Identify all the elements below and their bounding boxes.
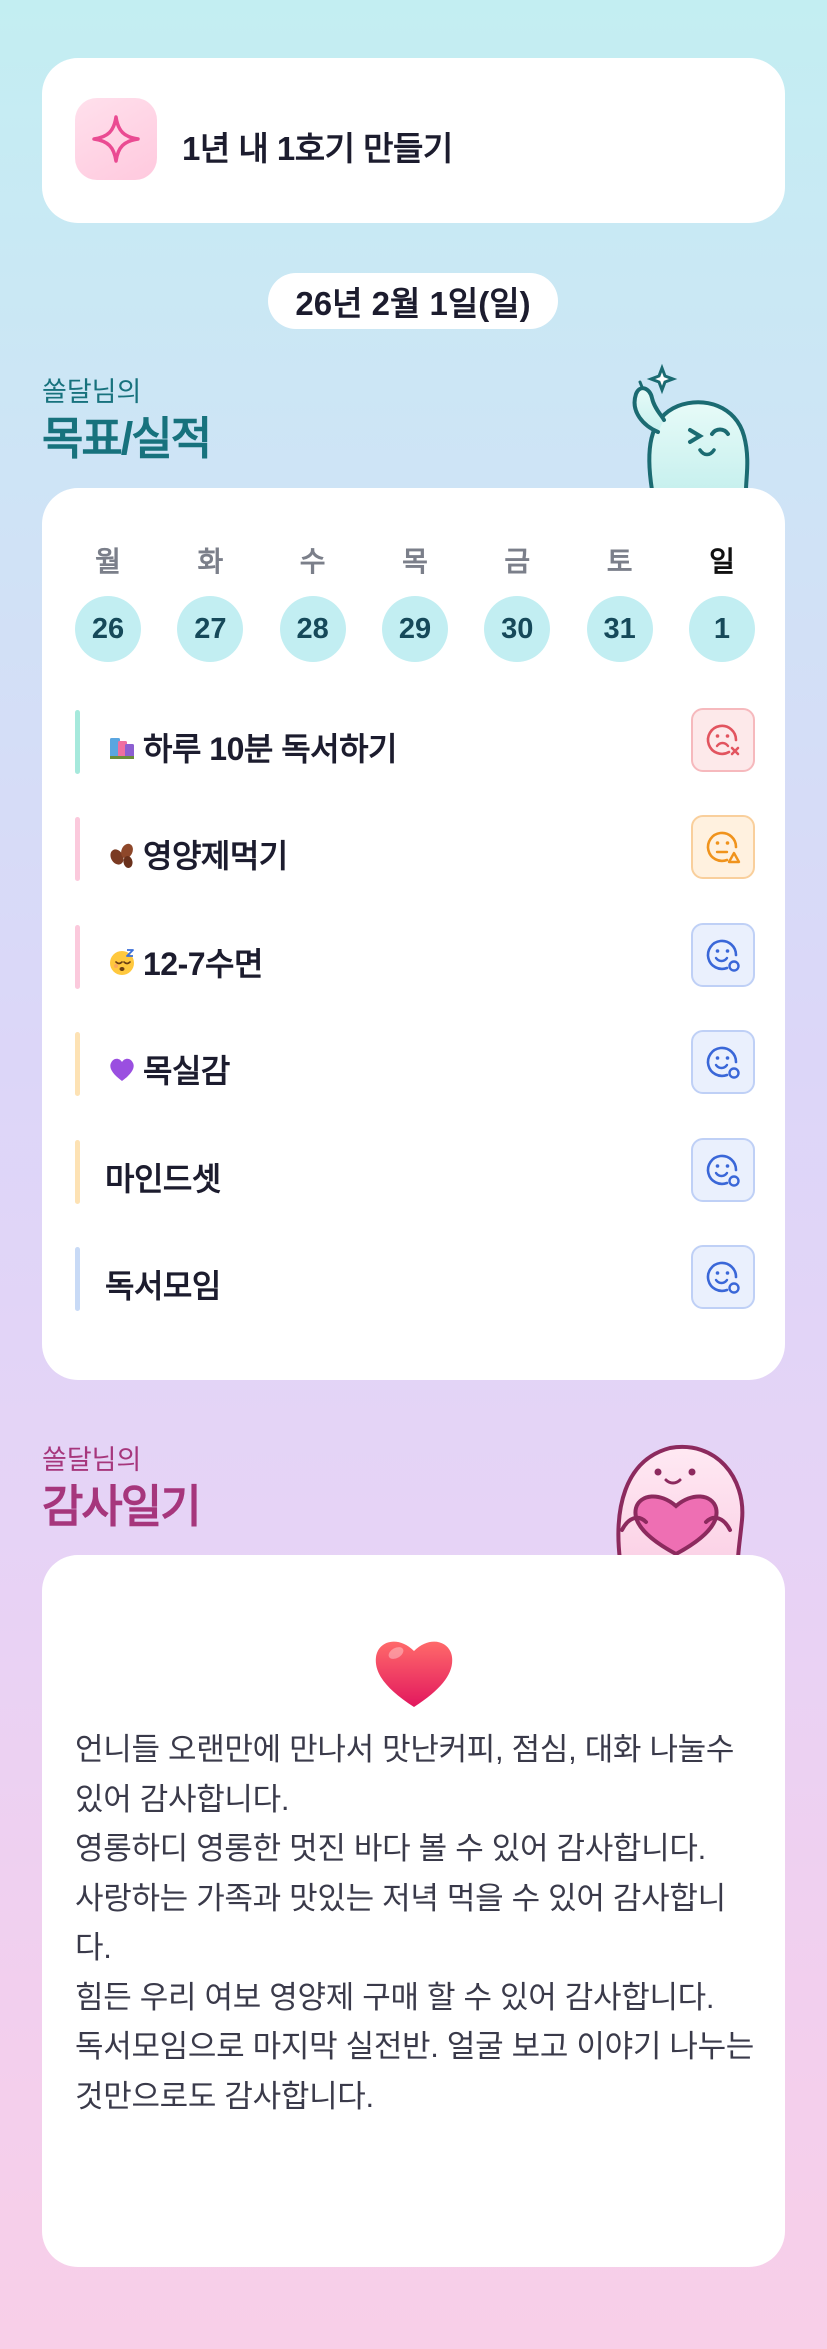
status-fail-button[interactable] <box>691 708 755 772</box>
day-column[interactable]: 토 31 <box>586 540 653 662</box>
habit-row[interactable]: 하루 10분 독서하기 <box>75 708 755 776</box>
day-column[interactable]: 목 29 <box>381 540 448 662</box>
beans-emoji-icon <box>110 843 133 868</box>
goal-card[interactable]: 1년 내 1호기 만들기 <box>42 58 785 223</box>
day-name: 화 <box>197 546 224 577</box>
habit-label: 영양제먹기 <box>143 838 288 874</box>
books-emoji-icon <box>110 738 134 759</box>
red-heart-icon <box>372 1633 456 1714</box>
week-row: 월 26 화 27 수 28 목 29 금 30 토 31 일1 <box>75 540 755 662</box>
tracker-section-title: 목표/실적 <box>42 413 212 464</box>
smile-face-check-icon <box>706 1046 740 1079</box>
sparkle-icon <box>75 98 157 180</box>
habit-label-group: 영양제먹기 <box>107 831 288 877</box>
habit-row[interactable]: 마인드셋 <box>75 1138 755 1206</box>
status-success-button[interactable] <box>691 923 755 987</box>
goal-text: 1년 내 1호기 만들기 <box>182 130 453 167</box>
heart-holding-ghost-mascot <box>596 1430 756 1565</box>
habit-label-group: 마인드셋 <box>105 1154 221 1200</box>
day-column[interactable]: 금 30 <box>484 540 551 662</box>
gratitude-diary-card[interactable]: 언니들 오랜만에 만나서 맛난커피, 점심, 대화 나눌수 있어 감사합니다. … <box>42 1555 785 2267</box>
day-number[interactable]: 28 <box>279 596 346 662</box>
day-column[interactable]: 화 27 <box>177 540 244 662</box>
habit-label-group: 하루 10분 독서하기 <box>107 724 397 770</box>
day-number[interactable]: 26 <box>75 596 141 662</box>
day-number[interactable]: 31 <box>586 596 653 662</box>
day-column-today[interactable]: 일1 <box>688 540 755 662</box>
habit-label: 마인드셋 <box>105 1161 221 1197</box>
sleeping-face-emoji-icon <box>110 949 134 975</box>
day-column[interactable]: 수 28 <box>279 540 346 662</box>
habit-color-bar <box>75 1247 80 1311</box>
smile-face-check-icon <box>706 1261 740 1294</box>
habit-tracker-card: 월 26 화 27 수 28 목 29 금 30 토 31 일1 하루 10분 독서하기 <box>42 488 785 1380</box>
gratitude-section-title: 감사일기 <box>42 1481 202 1532</box>
waving-ghost-mascot <box>600 362 760 497</box>
habit-label: 목실감 <box>143 1053 230 1089</box>
purple-heart-emoji-icon <box>110 1058 134 1081</box>
habit-label-group: 12-7수면 <box>107 939 263 985</box>
habit-color-bar <box>75 925 80 989</box>
date-pill[interactable]: 26년 2월 1일(일) <box>268 273 558 329</box>
day-number-today[interactable]: 1 <box>688 596 755 662</box>
habit-label: 독서모임 <box>105 1268 221 1304</box>
diary-text: 언니들 오랜만에 만나서 맛난커피, 점심, 대화 나눌수 있어 감사합니다. … <box>75 1732 755 2114</box>
day-name: 수 <box>299 546 326 577</box>
neutral-face-warning-icon <box>706 831 741 864</box>
day-number[interactable]: 27 <box>177 596 244 662</box>
day-name: 금 <box>504 546 531 577</box>
status-success-button[interactable] <box>691 1138 755 1202</box>
habit-row[interactable]: 독서모임 <box>75 1245 755 1313</box>
smile-face-check-icon <box>706 939 740 972</box>
day-name: 토 <box>606 546 633 577</box>
day-name: 월 <box>95 546 121 577</box>
status-success-button[interactable] <box>691 1245 755 1309</box>
habit-row[interactable]: 12-7수면 <box>75 923 755 991</box>
habit-row[interactable]: 목실감 <box>75 1030 755 1098</box>
day-number[interactable]: 29 <box>381 596 448 662</box>
day-number[interactable]: 30 <box>484 596 551 662</box>
habit-color-bar <box>75 1032 80 1096</box>
habit-color-bar <box>75 710 80 774</box>
sad-face-x-icon <box>706 724 740 756</box>
day-column[interactable]: 월 26 <box>75 540 141 662</box>
habit-row[interactable]: 영양제먹기 <box>75 815 755 883</box>
habit-label: 하루 10분 독서하기 <box>143 731 397 767</box>
smile-face-check-icon <box>706 1154 740 1187</box>
status-warning-button[interactable] <box>691 815 755 879</box>
habit-label-group: 목실감 <box>107 1046 230 1092</box>
habit-color-bar <box>75 817 80 881</box>
day-name: 목 <box>402 546 428 577</box>
status-success-button[interactable] <box>691 1030 755 1094</box>
habit-color-bar <box>75 1140 80 1204</box>
day-name-today: 일 <box>709 546 735 577</box>
habit-label-group: 독서모임 <box>105 1261 221 1307</box>
habit-label: 12-7수면 <box>143 946 263 982</box>
